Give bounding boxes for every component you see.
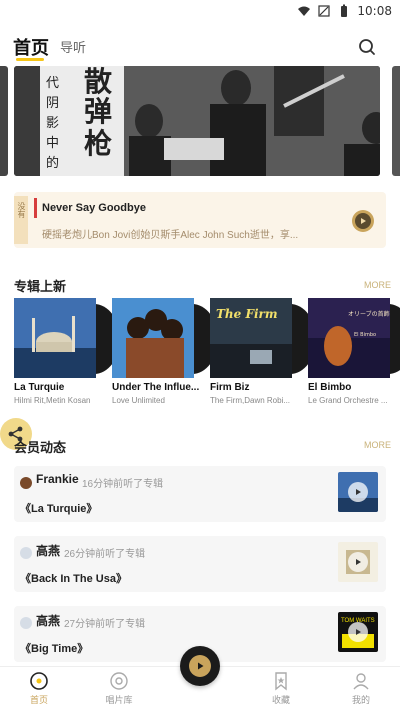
nav-label: 唱片库 — [105, 695, 133, 705]
nav-label: 首页 — [29, 695, 48, 705]
banner-carousel[interactable]: 代 阴 影 中 的 散 弹 枪 — [14, 66, 380, 176]
albums-more-link[interactable]: MORE — [364, 280, 391, 290]
album-card[interactable]: The Firm Firm Biz The Firm,Dawn Robi... — [210, 298, 316, 408]
top-header: 首页 导听 — [0, 28, 400, 68]
play-icon — [356, 489, 361, 495]
album-cover-text: オリーブの首飾り — [348, 310, 390, 318]
banner-char: 阴 — [46, 96, 60, 111]
activity-album: 《Back In The Usa》 — [20, 573, 127, 585]
nav-item-library[interactable]: 唱片库 — [94, 671, 144, 709]
avatar — [20, 617, 32, 629]
activity-user: 高燕 — [36, 614, 61, 628]
home-disc-icon — [30, 672, 48, 690]
activity-action: 27分钟前听了专辑 — [64, 619, 146, 630]
banner-title-column: 代 阴 影 中 的 散 弹 枪 — [40, 66, 124, 176]
album-name: El Bimbo — [308, 382, 352, 393]
album-cover-text: The Firm — [216, 307, 278, 321]
activity-thumb[interactable] — [338, 472, 378, 512]
activity-album: 《Big Time》 — [20, 643, 89, 655]
thumb-play-button[interactable] — [348, 622, 368, 642]
nav-item-home[interactable]: 首页 — [14, 671, 64, 709]
thumb-play-button[interactable] — [348, 552, 368, 572]
record-icon — [110, 672, 128, 690]
status-time: 10:08 — [357, 4, 392, 18]
activity-thumb[interactable] — [338, 542, 378, 582]
user-icon — [353, 673, 369, 690]
activity-section-title: 会员动态 — [14, 441, 67, 456]
center-play-button[interactable] — [180, 646, 220, 686]
np-title: Never Say Goodbye — [42, 202, 146, 214]
wifi-icon — [298, 6, 311, 16]
activity-action: 26分钟前听了专辑 — [64, 549, 146, 560]
signal-icon — [318, 5, 331, 17]
nav-label: 我的 — [351, 695, 370, 705]
banner-char: 的 — [46, 156, 60, 171]
status-bar: 10:08 — [0, 0, 400, 22]
play-icon — [356, 559, 361, 565]
album-artist: Hilmi Rit,Metin Kosan — [14, 396, 91, 405]
album-artist: Le Grand Orchestre ... — [308, 396, 388, 405]
bookmark-icon — [275, 672, 287, 691]
tab-listen[interactable]: 导听 — [60, 37, 86, 56]
album-cover: オリーブの首飾り El Bimbo — [308, 298, 390, 378]
activity-item[interactable]: Frankie 16分钟前听了专辑 《La Turquie》 — [14, 466, 386, 522]
album-card[interactable]: オリーブの首飾り El Bimbo El Bimbo Le Grand Orch… — [308, 298, 400, 408]
avatar — [20, 477, 32, 489]
now-playing-card[interactable]: 没有 Never Say Goodbye 硬摇老炮儿Bon Jovi创始贝斯手A… — [14, 192, 386, 248]
np-play-button[interactable] — [352, 210, 374, 232]
np-tag: 没有 — [14, 196, 28, 244]
banner-char: 代 — [46, 76, 60, 91]
play-icon — [361, 218, 366, 224]
battery-icon — [341, 4, 348, 17]
thumb-play-button[interactable] — [348, 482, 368, 502]
album-name: La Turquie — [14, 382, 65, 393]
tab-home-indicator — [16, 58, 44, 61]
play-icon — [198, 662, 204, 670]
album-name: Under The Influe... — [112, 382, 200, 393]
album-artist: The Firm,Dawn Robi... — [210, 396, 291, 405]
activity-more-link[interactable]: MORE — [364, 440, 391, 450]
album-card[interactable]: Under The Influe... Love Unlimited — [112, 298, 218, 408]
banner-next-peek[interactable] — [392, 66, 400, 176]
search-icon[interactable] — [356, 36, 378, 58]
activity-item[interactable]: 高燕 26分钟前听了专辑 《Back In The Usa》 — [14, 536, 386, 592]
album-artist: Love Unlimited — [112, 396, 165, 405]
banner-char-big: 枪 — [84, 127, 113, 160]
album-cover — [14, 298, 96, 378]
album-cover — [112, 298, 194, 378]
np-description: 硬摇老炮儿Bon Jovi创始贝斯手Alec John Such逝世，享... — [42, 230, 299, 241]
banner-char: 中 — [46, 136, 60, 151]
avatar — [20, 547, 32, 559]
np-accent-bar — [34, 198, 37, 218]
album-cover: The Firm — [210, 298, 292, 378]
album-card[interactable]: La Turquie Hilmi Rit,Metin Kosan — [14, 298, 120, 408]
nav-item-profile[interactable]: 我的 — [336, 671, 386, 709]
tab-home[interactable]: 首页 — [13, 34, 49, 60]
activity-action: 16分钟前听了专辑 — [82, 479, 164, 490]
album-name: Firm Biz — [210, 382, 250, 393]
nav-item-favorites[interactable]: 收藏 — [256, 671, 306, 709]
activity-thumb[interactable]: TOM WAITS — [338, 612, 378, 652]
activity-user: 高燕 — [36, 544, 61, 558]
albums-section-title: 专辑上新 — [14, 280, 67, 295]
activity-user: Frankie — [36, 472, 79, 486]
np-tag-label: 没有 — [17, 202, 26, 218]
banner-prev-peek[interactable] — [0, 66, 8, 176]
album-cover-text: El Bimbo — [354, 332, 376, 338]
play-icon — [356, 629, 361, 635]
nav-label: 收藏 — [271, 695, 290, 705]
banner-char: 影 — [46, 116, 60, 131]
activity-album: 《La Turquie》 — [20, 503, 98, 515]
